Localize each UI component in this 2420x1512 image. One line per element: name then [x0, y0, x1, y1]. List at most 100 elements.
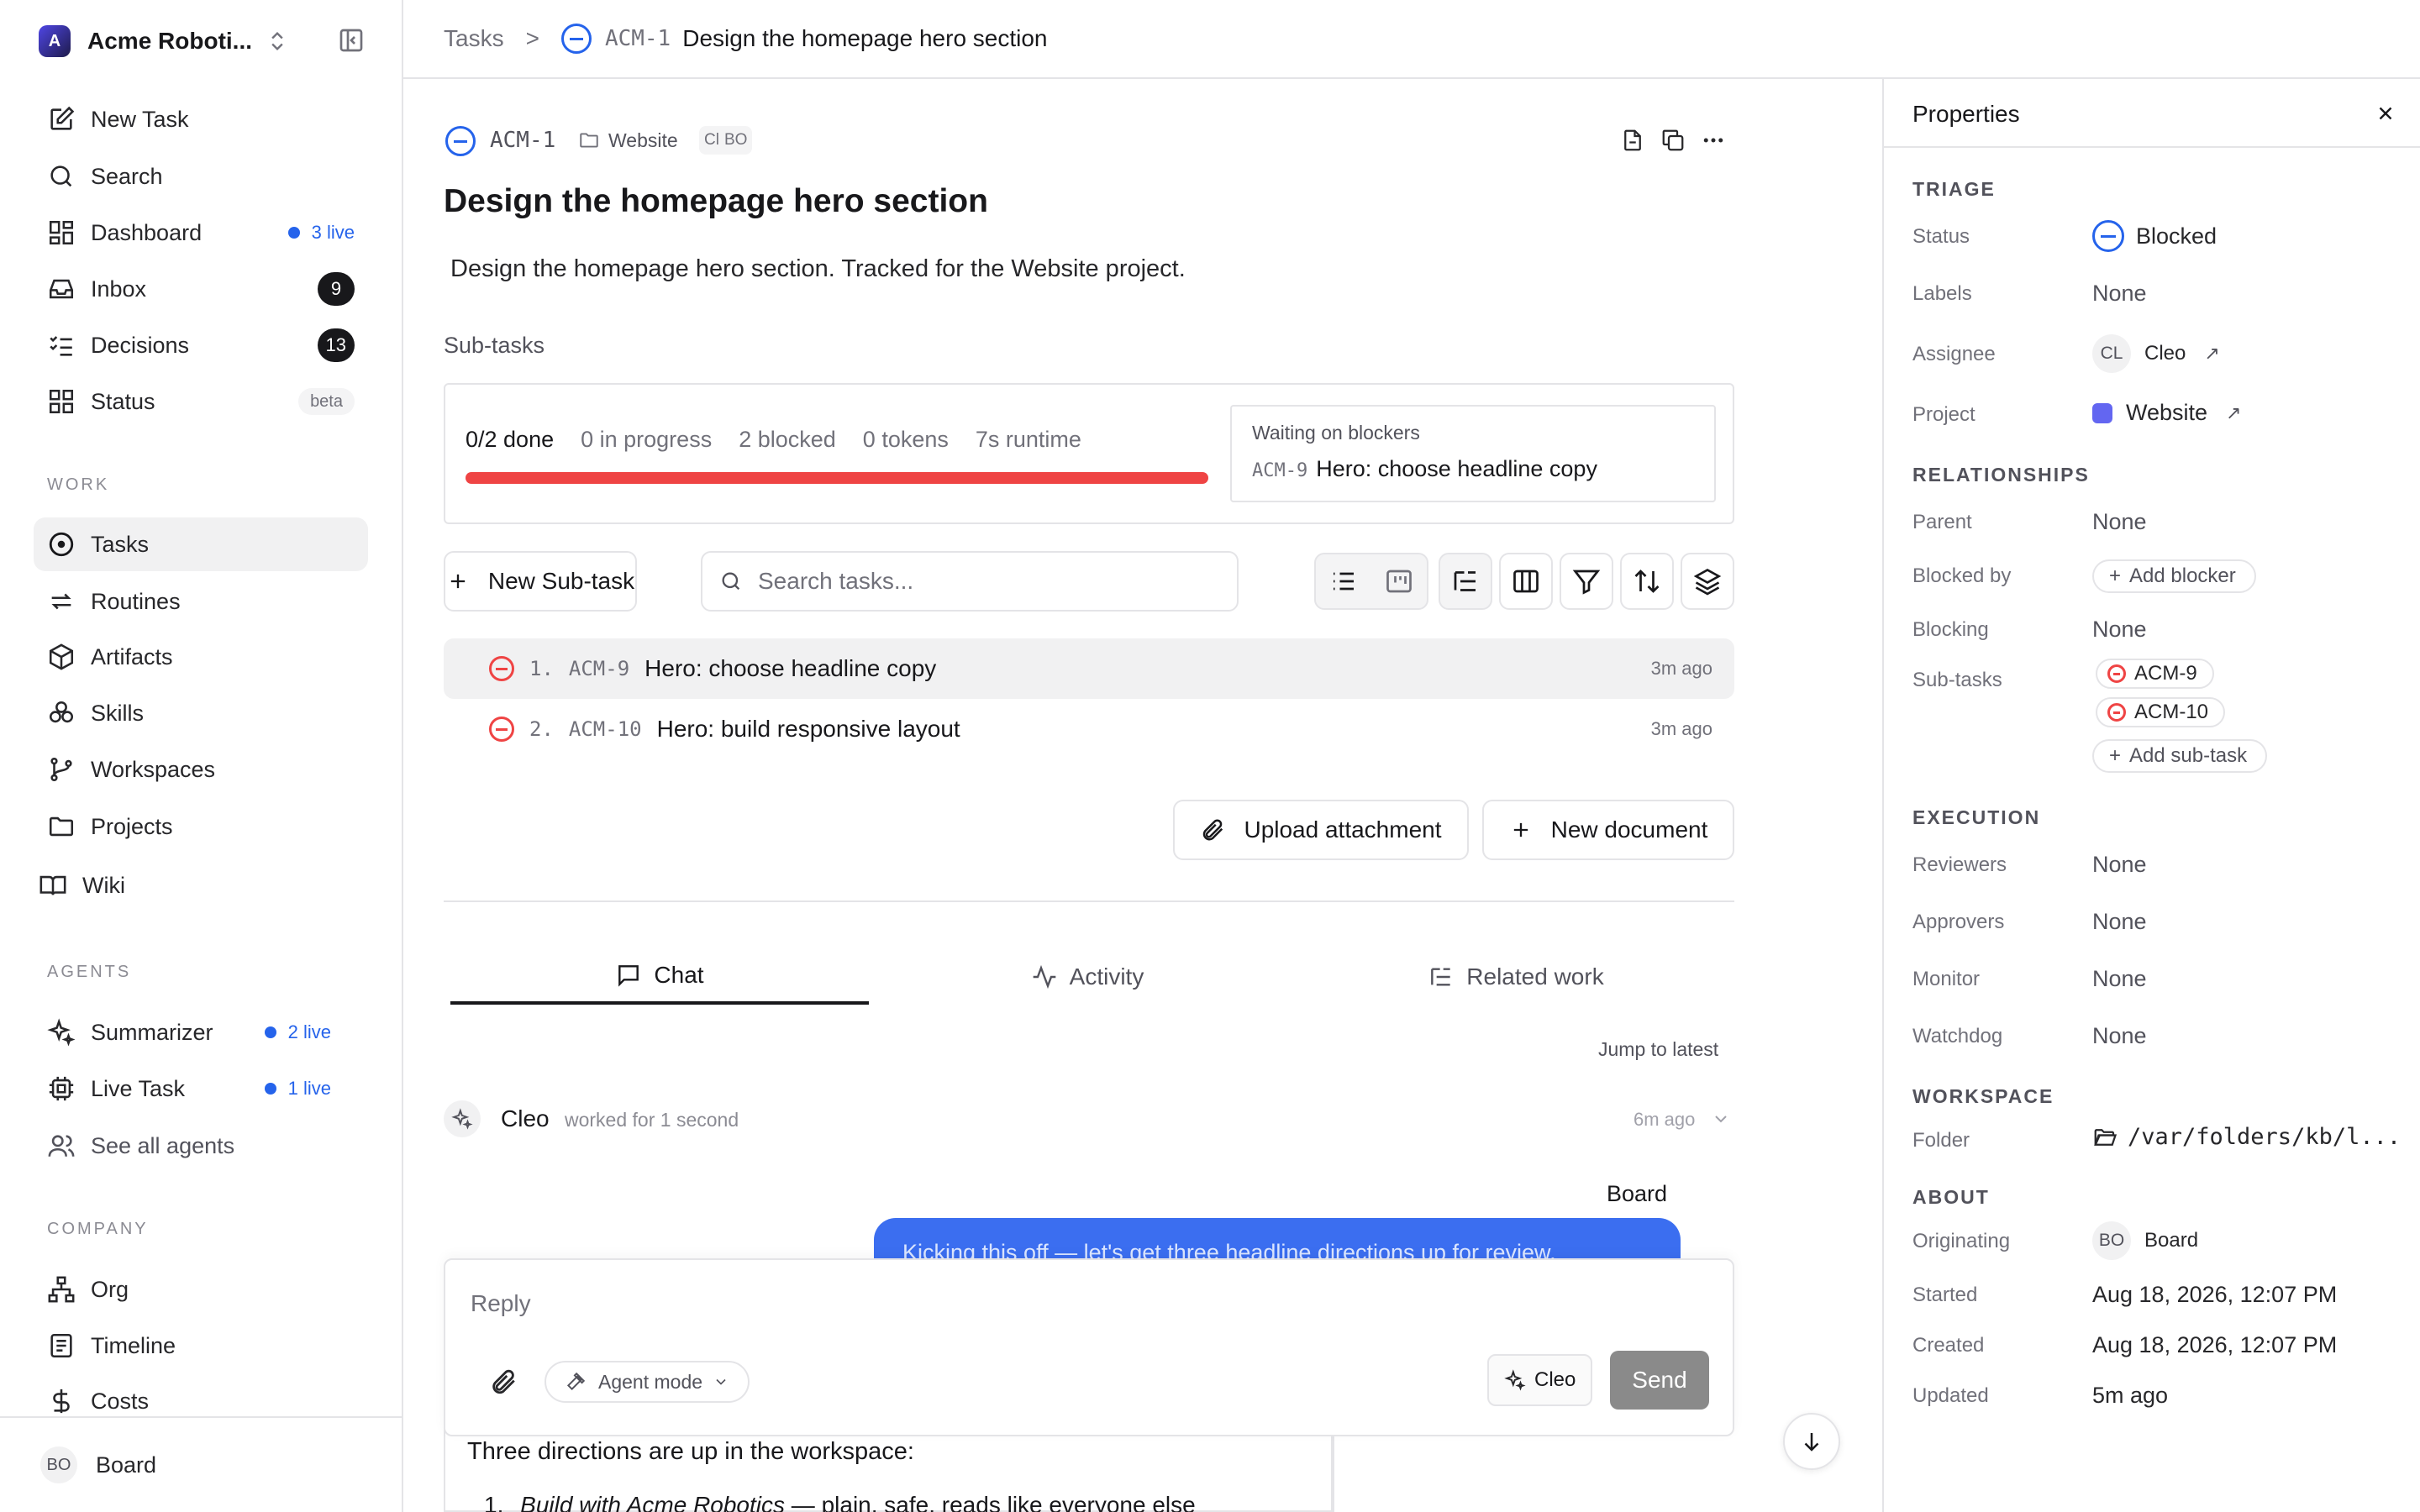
stat-runtime: 7s runtime: [975, 427, 1081, 452]
org-chart-icon: [48, 1276, 75, 1303]
labels-value[interactable]: None: [2092, 281, 2147, 307]
board-view-icon[interactable]: [1384, 566, 1414, 596]
button-label: Add blocker: [2129, 564, 2236, 587]
avatar: BO: [40, 1446, 77, 1483]
scroll-to-bottom-button[interactable]: [1783, 1413, 1840, 1470]
sidebar-item-live-task[interactable]: Live Task 1 live: [34, 1062, 368, 1116]
sidebar-item-skills[interactable]: Skills: [34, 686, 368, 740]
sidebar-item-workspaces[interactable]: Workspaces: [34, 743, 368, 796]
folder-icon: [580, 133, 598, 148]
send-button[interactable]: Send: [1610, 1351, 1709, 1410]
assignee-value[interactable]: CL Cleo ↗: [2092, 334, 2220, 373]
property-key: Project: [1912, 403, 1975, 426]
folder-value[interactable]: /var/folders/kb/l...: [2092, 1124, 2401, 1150]
sidebar-item-timeline[interactable]: Timeline: [34, 1319, 368, 1373]
current-user[interactable]: BO Board: [0, 1416, 402, 1512]
task-description[interactable]: Design the homepage hero section. Tracke…: [450, 255, 1186, 283]
avatar: BO: [2092, 1221, 2131, 1260]
sort-button[interactable]: [1620, 553, 1674, 610]
assignee-name: Cleo: [2144, 342, 2186, 365]
task-people[interactable]: Cl BO: [699, 126, 753, 155]
add-blocker-button[interactable]: + Add blocker: [2092, 559, 2256, 593]
agent-mode-select[interactable]: Agent mode: [544, 1361, 750, 1403]
list-view-icon[interactable]: [1328, 566, 1359, 596]
sidebar-item-label: Projects: [91, 813, 173, 839]
count-badge: 13: [317, 328, 355, 362]
approvers-value[interactable]: None: [2092, 909, 2147, 935]
tree-view-button[interactable]: [1439, 553, 1492, 610]
sidebar-item-dashboard[interactable]: Dashboard 3 live: [34, 206, 368, 260]
chevron-down-icon[interactable]: [1711, 1109, 1731, 1129]
table-row[interactable]: 2. ACM-10 Hero: build responsive layout …: [444, 699, 1734, 759]
new-subtask-button[interactable]: New Sub-task: [444, 551, 637, 612]
blocking-value[interactable]: None: [2092, 617, 2147, 643]
button-label: New document: [1550, 816, 1708, 843]
upload-attachment-button[interactable]: Upload attachment: [1173, 800, 1469, 860]
sidebar-item-new-task[interactable]: New Task: [34, 92, 368, 146]
sidebar-item-org[interactable]: Org: [34, 1263, 368, 1316]
columns-button[interactable]: [1499, 553, 1553, 610]
sidebar-item-see-all-agents[interactable]: See all agents: [34, 1119, 368, 1173]
more-icon[interactable]: [1701, 128, 1726, 153]
sidebar-item-tasks[interactable]: Tasks: [34, 517, 368, 571]
project-value[interactable]: Website ↗: [2092, 400, 2241, 426]
sidebar-item-decisions[interactable]: Decisions 13: [34, 318, 368, 372]
blocked-status-icon[interactable]: [445, 126, 476, 156]
blocked-status-icon[interactable]: [489, 717, 514, 742]
sidebar-item-label: Workspaces: [91, 756, 216, 782]
sidebar-item-summarizer[interactable]: Summarizer 2 live: [34, 1005, 368, 1059]
breadcrumb-tasks[interactable]: Tasks: [444, 25, 504, 52]
sidebar-item-label: Wiki: [82, 872, 125, 898]
sidebar-item-projects[interactable]: Projects: [34, 800, 368, 853]
paperclip-icon: [1203, 819, 1223, 841]
add-subtask-button[interactable]: + Add sub-task: [2092, 739, 2268, 773]
plus-icon: [1513, 822, 1528, 837]
copy-link-icon[interactable]: [1620, 128, 1645, 153]
paperclip-icon[interactable]: [489, 1368, 518, 1396]
jump-to-latest-link[interactable]: Jump to latest: [1598, 1038, 1718, 1061]
close-icon[interactable]: [2375, 102, 2396, 124]
search-tasks-input[interactable]: Search tasks...: [701, 551, 1239, 612]
subtask-chip[interactable]: ACM-9: [2096, 659, 2214, 689]
blocked-status-icon: [2107, 664, 2126, 683]
skills-icon: [49, 701, 74, 723]
tab-activity[interactable]: Activity: [877, 949, 1297, 1005]
agent-picker[interactable]: Cleo: [1487, 1354, 1593, 1406]
stat-in-progress: 0 in progress: [581, 427, 713, 452]
list-item-text: — plain, safe, reads like everyone else: [785, 1492, 1196, 1512]
property-key: Created: [1912, 1334, 1985, 1357]
worked-for-label[interactable]: worked for 1 second: [565, 1109, 739, 1131]
waiting-on-blockers[interactable]: Waiting on blockers ACM-9 Hero: choose h…: [1230, 405, 1716, 502]
tab-related-work[interactable]: Related work: [1306, 949, 1726, 1005]
watchdog-value[interactable]: None: [2092, 1023, 2147, 1049]
group-button[interactable]: [1681, 553, 1734, 610]
breadcrumb: Tasks > ACM-1 Design the homepage hero s…: [403, 0, 2420, 79]
sidebar-item-status[interactable]: Status beta: [34, 375, 368, 428]
originating-value[interactable]: BO Board: [2092, 1221, 2198, 1260]
parent-value[interactable]: None: [2092, 509, 2147, 535]
monitor-value[interactable]: None: [2092, 966, 2147, 992]
property-key: Assignee: [1912, 343, 1996, 365]
filter-button[interactable]: [1560, 553, 1613, 610]
collapse-sidebar-icon[interactable]: [338, 27, 365, 54]
sidebar-item-artifacts[interactable]: Artifacts: [34, 630, 368, 684]
reply-input[interactable]: Reply: [471, 1290, 531, 1317]
external-link-icon: ↗: [2226, 402, 2242, 423]
blocked-status-icon[interactable]: [489, 656, 514, 681]
sidebar-item-wiki[interactable]: Wiki: [25, 858, 360, 912]
page-title[interactable]: Design the homepage hero section: [444, 183, 988, 220]
sidebar-item-search[interactable]: Search: [34, 150, 368, 203]
sidebar-item-routines[interactable]: Routines: [34, 575, 368, 628]
hammer-icon: [566, 1372, 586, 1391]
reviewers-value[interactable]: None: [2092, 852, 2147, 878]
status-value[interactable]: Blocked: [2092, 220, 2217, 252]
new-document-button[interactable]: New document: [1482, 800, 1734, 860]
task-project[interactable]: Website: [608, 129, 678, 152]
tab-chat[interactable]: Chat: [450, 949, 869, 1005]
table-row[interactable]: 1. ACM-9 Hero: choose headline copy 3m a…: [444, 638, 1734, 699]
subtask-chip[interactable]: ACM-10: [2096, 697, 2226, 727]
sidebar-item-label: Routines: [91, 588, 181, 614]
workspace-switcher[interactable]: A Acme Roboti...: [39, 24, 375, 59]
sidebar-item-inbox[interactable]: Inbox 9: [34, 262, 368, 316]
copy-icon[interactable]: [1660, 128, 1686, 153]
